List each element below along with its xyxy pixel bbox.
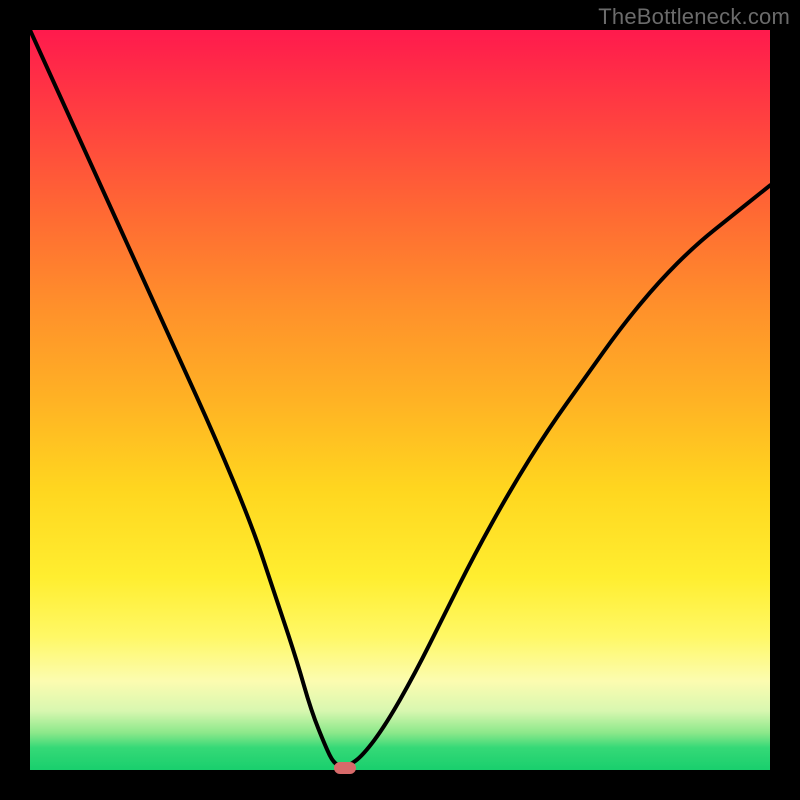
bottleneck-curve [30,30,770,770]
plot-area [30,30,770,770]
optimum-marker [334,762,356,774]
curve-path [30,30,770,766]
watermark-text: TheBottleneck.com [598,4,790,30]
chart-frame: TheBottleneck.com [0,0,800,800]
